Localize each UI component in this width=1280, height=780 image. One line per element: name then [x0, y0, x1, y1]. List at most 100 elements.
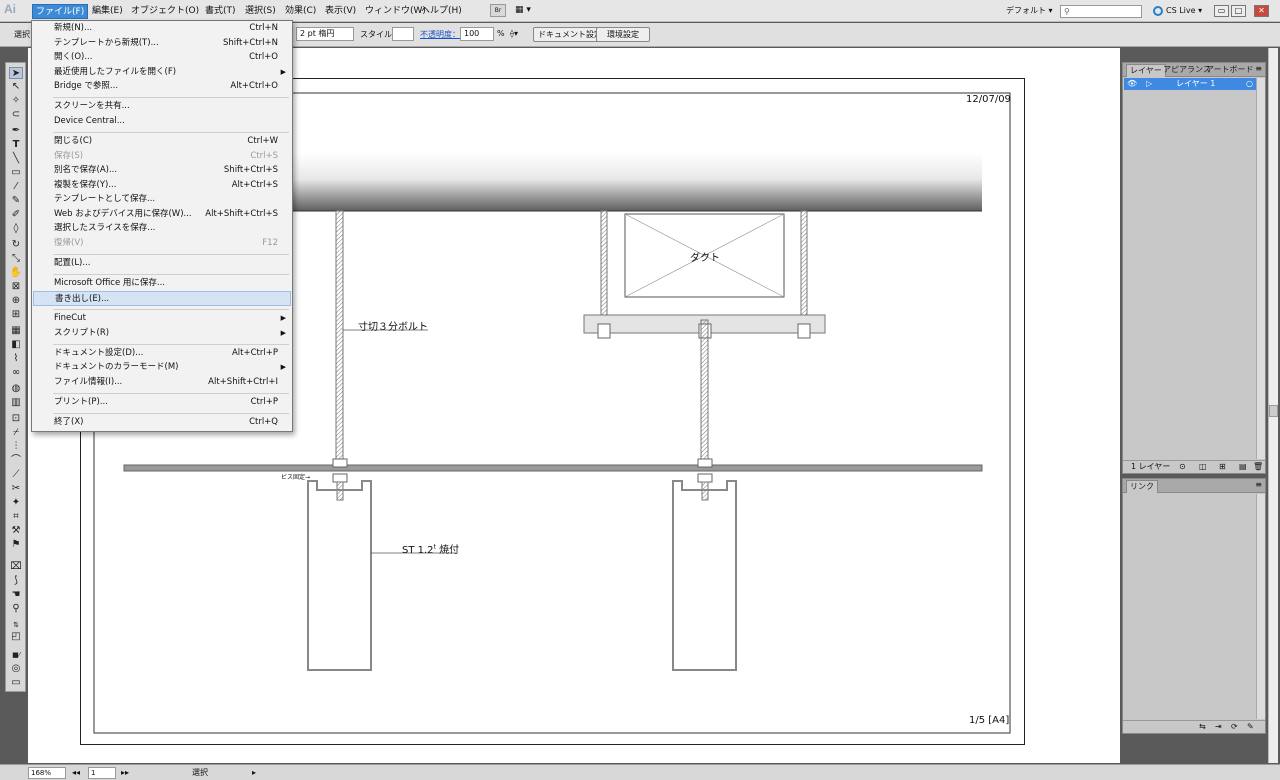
- menu-edit[interactable]: 編集(E): [89, 4, 126, 19]
- align-tool-icon[interactable]: ⫶: [9, 441, 23, 453]
- relink-icon[interactable]: ⇆: [1199, 721, 1206, 733]
- mesh-tool-icon[interactable]: ▦: [9, 325, 23, 337]
- knife-tool-icon[interactable]: ⟋: [9, 469, 23, 481]
- opacity-link[interactable]: 不透明度：: [420, 29, 460, 40]
- page-select[interactable]: 1: [88, 767, 116, 779]
- menu-help[interactable]: ヘルプ(H): [418, 4, 465, 19]
- zoom-select[interactable]: 168%: [28, 767, 66, 779]
- search-input[interactable]: ⚲: [1060, 5, 1142, 18]
- menu-device-central[interactable]: Device Central...: [33, 114, 291, 129]
- menu-new[interactable]: 新規(N)... Ctrl+N: [33, 21, 291, 36]
- eyedropper-tool-icon[interactable]: ⌇: [9, 353, 23, 365]
- menu-finecut[interactable]: FineCut ▶: [33, 311, 291, 326]
- layers-scrollbar[interactable]: [1256, 78, 1265, 459]
- tab-artboards[interactable]: アートボード: [1203, 64, 1257, 76]
- curvature-tool-icon[interactable]: ⌒: [9, 455, 23, 467]
- delete-layer-icon[interactable]: 🗑: [1253, 461, 1263, 473]
- maximize-button[interactable]: □: [1231, 5, 1246, 17]
- edit-original-icon[interactable]: ✎: [1247, 721, 1254, 733]
- puppet-warp-tool-icon[interactable]: ✦: [9, 497, 23, 509]
- draw-mode-icon[interactable]: ◎: [9, 663, 23, 675]
- scissors-tool-icon[interactable]: ✂: [9, 483, 23, 495]
- type-tool-icon[interactable]: T: [9, 139, 23, 151]
- update-link-icon[interactable]: ⟳: [1231, 721, 1238, 733]
- crop-area-tool-icon[interactable]: ⌧: [9, 561, 23, 573]
- rotate-tool-icon[interactable]: ↻: [9, 239, 23, 251]
- links-panel-menu-icon[interactable]: ≡: [1255, 480, 1262, 489]
- make-clipping-mask-icon[interactable]: ◫: [1199, 461, 1207, 473]
- pencil-tool-icon[interactable]: ✎: [9, 195, 23, 207]
- selection-hammer-tool-icon[interactable]: ⚒: [9, 525, 23, 537]
- menu-select[interactable]: 選択(S): [242, 4, 279, 19]
- menu-object[interactable]: オブジェクト(O): [128, 4, 202, 19]
- direct-selection-tool-icon[interactable]: ↖: [9, 81, 23, 93]
- expand-arrow-icon[interactable]: ▷: [1146, 78, 1152, 90]
- lasso-tool-icon[interactable]: ⊂: [9, 109, 23, 121]
- preferences-button[interactable]: 環境設定: [596, 27, 650, 42]
- artboard-tool-icon[interactable]: ⊡: [9, 413, 23, 425]
- menu-place[interactable]: 配置(L)...: [33, 256, 291, 271]
- links-scrollbar[interactable]: [1256, 494, 1265, 719]
- menu-open-recent[interactable]: 最近使用したファイルを開く(F) ▶: [33, 65, 291, 80]
- magic-wand-tool-icon[interactable]: ✧: [9, 95, 23, 107]
- menu-share-screen[interactable]: スクリーンを共有...: [33, 99, 291, 114]
- menu-effect[interactable]: 効果(C): [282, 4, 319, 19]
- gradient-tool-icon[interactable]: ◧: [9, 339, 23, 351]
- menu-type[interactable]: 書式(T): [202, 4, 239, 19]
- visibility-eye-icon[interactable]: 👁: [1127, 78, 1137, 90]
- next-page-icon[interactable]: ▸▸: [121, 767, 129, 779]
- workspace-switcher[interactable]: デフォルト ▾: [1006, 4, 1053, 18]
- vertical-scroll-thumb[interactable]: [1269, 405, 1278, 417]
- tab-links[interactable]: リンク: [1126, 480, 1158, 493]
- graphic-style-icon[interactable]: ⟠▾: [510, 29, 518, 38]
- menu-file-info[interactable]: ファイル情報(I)... Alt+Shift+Ctrl+I: [33, 375, 291, 390]
- blend-tool-icon[interactable]: ∞: [9, 367, 23, 379]
- locate-object-icon[interactable]: ⊙: [1179, 461, 1186, 473]
- eraser-tool-icon[interactable]: ◊: [9, 223, 23, 235]
- menu-view[interactable]: 表示(V): [322, 4, 359, 19]
- menu-document-setup[interactable]: ドキュメント設定(D)... Alt+Ctrl+P: [33, 346, 291, 361]
- screen-mode-icon[interactable]: ▭: [9, 677, 23, 689]
- menu-save-copy[interactable]: 複製を保存(Y)... Alt+Ctrl+S: [33, 178, 291, 193]
- warp-tool-icon[interactable]: ✋: [9, 267, 23, 279]
- menu-file[interactable]: ファイル(F): [32, 4, 89, 19]
- blob-brush-tool-icon[interactable]: ✐: [9, 209, 23, 221]
- column-graph-tool-icon[interactable]: ▥: [9, 397, 23, 409]
- menu-print[interactable]: プリント(P)... Ctrl+P: [33, 395, 291, 410]
- menu-open[interactable]: 開く(O)... Ctrl+O: [33, 50, 291, 65]
- menu-document-color-mode[interactable]: ドキュメントのカラーモード(M) ▶: [33, 360, 291, 375]
- menu-scripts[interactable]: スクリプト(R) ▶: [33, 326, 291, 341]
- menu-save-as[interactable]: 別名で保存(A)... Shift+Ctrl+S: [33, 163, 291, 178]
- menu-export[interactable]: 書き出し(E)...: [33, 291, 291, 306]
- panel-menu-icon[interactable]: ≡: [1255, 64, 1262, 73]
- new-sublayer-icon[interactable]: ⊞: [1219, 461, 1226, 473]
- swap-colors-icon[interactable]: ⇅: [9, 619, 23, 631]
- layer-row[interactable]: 👁 ▷ レイヤー 1 ○: [1124, 78, 1256, 90]
- paint-tool-icon[interactable]: ⚑: [9, 539, 23, 551]
- menu-browse-in-bridge[interactable]: Bridge で参照... Alt+Ctrl+O: [33, 79, 291, 94]
- status-menu-icon[interactable]: ▸: [252, 767, 256, 779]
- slice-tool-icon[interactable]: ⌿: [9, 427, 23, 439]
- zoom-tool-icon[interactable]: ⚲: [9, 603, 23, 615]
- cs-live-button[interactable]: CS Live ▾: [1153, 4, 1202, 18]
- menu-new-from-template[interactable]: テンプレートから新規(T)... Shift+Ctrl+N: [33, 36, 291, 51]
- symbol-sprayer-tool-icon[interactable]: ◍: [9, 383, 23, 395]
- scale-tool-icon[interactable]: ⤡: [9, 253, 23, 265]
- new-layer-icon[interactable]: ▤: [1239, 461, 1247, 473]
- menu-save-selected-slices[interactable]: 選択したスライスを保存...: [33, 221, 291, 236]
- layer-target-icon[interactable]: ○: [1246, 78, 1253, 90]
- pen-tool-icon[interactable]: ✒: [9, 125, 23, 137]
- crop-tool-icon[interactable]: ⌗: [9, 511, 23, 523]
- minimize-button[interactable]: ▭: [1214, 5, 1229, 17]
- paintbrush-tool-icon[interactable]: ⁄: [9, 181, 23, 193]
- color-mode-icon[interactable]: ■⁄: [9, 649, 23, 661]
- close-button[interactable]: ✕: [1254, 5, 1269, 17]
- bridge-button[interactable]: Br: [490, 4, 506, 17]
- knife-alt-tool-icon[interactable]: ⟆: [9, 575, 23, 587]
- line-tool-icon[interactable]: ╲: [9, 153, 23, 165]
- hand-tool-icon[interactable]: ☚: [9, 589, 23, 601]
- goto-link-icon[interactable]: ⇥: [1215, 721, 1222, 733]
- rectangle-tool-icon[interactable]: ▭: [9, 167, 23, 179]
- stroke-profile-select[interactable]: 2 pt 楕円: [296, 27, 354, 41]
- menu-save-as-template[interactable]: テンプレートとして保存...: [33, 192, 291, 207]
